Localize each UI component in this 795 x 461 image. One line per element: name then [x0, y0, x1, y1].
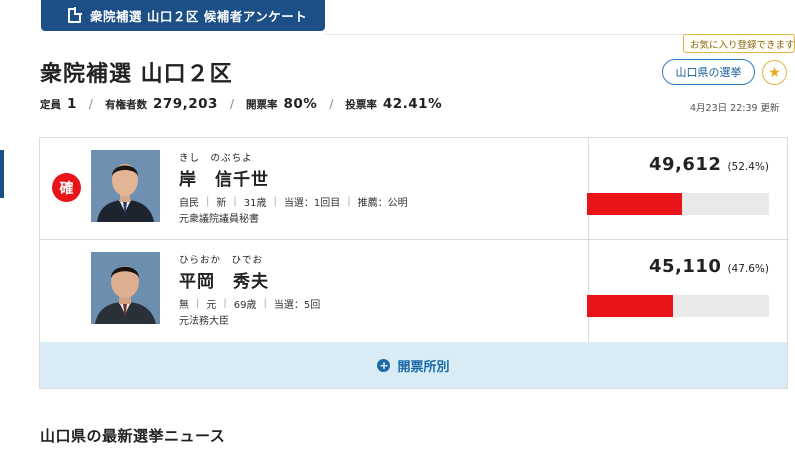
candidate-career: 元法務大臣 [179, 316, 229, 327]
candidate-party: 自民 [179, 198, 199, 209]
rail-marker [0, 150, 4, 198]
candidate-career: 元衆議院議員秘書 [179, 214, 259, 225]
candidate-row[interactable]: 確 きし のぶちよ 岸 信千世 自民 | 新 | 31歳 | 当選：1回目 | … [40, 138, 789, 240]
results-table: 確 きし のぶちよ 岸 信千世 自民 | 新 | 31歳 | 当選：1回目 | … [39, 137, 789, 389]
meta-separator: | [196, 298, 200, 309]
candidate-party: 無 [179, 300, 189, 311]
vote-percent: (52.4%) [727, 161, 769, 173]
candidate-wins: 当選：5回 [273, 300, 321, 311]
voters-value: 279,203 [152, 96, 218, 112]
candidate-kana: きし のぶちよ [179, 153, 253, 164]
voters-label: 有権者数 [104, 99, 147, 111]
candidate-row[interactable]: ひらおか ひでお 平岡 秀夫 無 | 元 | 69歳 | 当選：5回 元法務大臣… [40, 240, 789, 342]
election-stats: 定員 1 / 有権者数 279,203 / 開票率 80% / 投票率 42.4… [40, 96, 442, 112]
candidate-survey-button[interactable]: 衆院補選 山口２区 候補者アンケート [41, 0, 325, 31]
seats-label: 定員 [40, 99, 61, 111]
stats-separator: / [229, 97, 234, 111]
seats-value: 1 [67, 96, 77, 112]
breakdown-label: 開票所別 [397, 359, 450, 375]
vote-number: 45,110 [648, 256, 722, 277]
counted-value: 80% [283, 96, 318, 112]
meta-separator: | [223, 298, 227, 309]
updated-timestamp: 4月23日 22:39 更新 [690, 103, 780, 114]
candidate-name[interactable]: 平岡 秀夫 [179, 267, 269, 292]
vote-share-bar [587, 295, 769, 317]
polling-station-breakdown-button[interactable]: + 開票所別 [40, 342, 787, 388]
vote-share-fill [587, 193, 682, 215]
candidate-photo [91, 150, 160, 222]
prefecture-elections-button[interactable]: 山口県の選挙 [662, 59, 755, 85]
meta-separator: | [233, 196, 237, 207]
vote-count: 49,612 (52.4%) [649, 154, 769, 175]
meta-separator: | [263, 298, 267, 309]
counted-label: 開票率 [246, 99, 278, 111]
page-title: 衆院補選 山口２区 [40, 62, 233, 87]
news-heading: 山口県の最新選挙ニュース [40, 427, 226, 445]
candidate-name[interactable]: 岸 信千世 [179, 165, 269, 190]
star-icon: ★ [768, 64, 781, 81]
vote-share-bar [587, 193, 769, 215]
turnout-value: 42.41% [382, 96, 443, 112]
candidate-meta: 無 | 元 | 69歳 | 当選：5回 [179, 296, 320, 311]
vote-percent: (47.6%) [727, 263, 769, 275]
document-icon [68, 7, 82, 23]
candidate-age: 69歳 [233, 300, 257, 311]
candidate-status: 元 [206, 300, 217, 311]
candidate-survey-label: 衆院補選 山口２区 候補者アンケート [90, 9, 308, 24]
turnout-label: 投票率 [345, 99, 377, 111]
vote-number: 49,612 [648, 154, 722, 175]
favorite-button[interactable]: ★ [762, 60, 787, 85]
stats-separator: / [88, 97, 93, 111]
candidate-wins: 当選：1回目 [283, 198, 341, 209]
candidate-status: 新 [216, 198, 227, 209]
meta-separator: | [273, 196, 277, 207]
candidate-meta: 自民 | 新 | 31歳 | 当選：1回目 | 推薦：公明 [179, 194, 408, 209]
stats-separator: / [329, 97, 334, 111]
candidate-endorsement: 推薦：公明 [357, 198, 408, 209]
meta-separator: | [347, 196, 351, 207]
vote-share-fill [587, 295, 673, 317]
vote-count: 45,110 (47.6%) [649, 256, 769, 277]
favorite-tooltip: お気に入り登録できます [683, 34, 795, 53]
left-rail [0, 0, 12, 461]
candidate-kana: ひらおか ひでお [179, 255, 264, 266]
plus-circle-icon: + [377, 358, 391, 372]
candidate-photo [91, 252, 160, 324]
candidate-age: 31歳 [243, 198, 267, 209]
meta-separator: | [206, 196, 210, 207]
winner-badge: 確 [52, 173, 81, 202]
